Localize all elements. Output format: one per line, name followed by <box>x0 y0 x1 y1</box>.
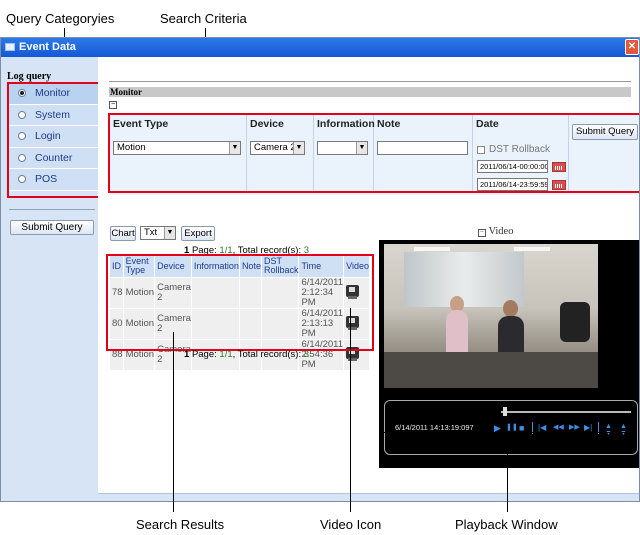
frame-person <box>498 316 524 356</box>
section-header-bar <box>109 87 631 97</box>
sidebar-submit-button[interactable]: Submit Query <box>10 220 94 235</box>
frame-person-head <box>503 300 518 317</box>
callout-query-categories: Query Categoryies <box>6 11 115 26</box>
collapse-icon[interactable]: − <box>478 229 486 237</box>
callout-search-criteria: Search Criteria <box>160 11 247 26</box>
frame-table <box>384 352 598 388</box>
video-title-text: Video <box>488 226 514 237</box>
main-panel: Monitor − Event Type Motion ▼ Device Cam… <box>98 57 639 501</box>
section-rule <box>109 81 631 82</box>
close-icon[interactable]: ✕ <box>625 39 639 55</box>
video-section-title: − Video <box>478 226 513 237</box>
page-fraction[interactable]: 1/1 <box>219 349 232 360</box>
frame-person <box>446 310 468 354</box>
export-format-select[interactable]: Txt ▼ <box>140 226 176 240</box>
export-button[interactable]: Export <box>181 226 215 241</box>
callout-line-video-icon <box>350 308 351 512</box>
callout-video-icon: Video Icon <box>320 517 382 532</box>
frame-ceiling-light <box>414 247 450 251</box>
seek-bar[interactable] <box>501 411 631 413</box>
callout-playback-window: Playback Window <box>455 517 558 532</box>
window-title: Event Data <box>19 41 76 53</box>
total-count: 3 <box>303 349 310 360</box>
frame-window-glass <box>404 252 524 307</box>
frame-chair <box>560 302 590 342</box>
window-icon <box>5 43 15 51</box>
callout-search-results: Search Results <box>136 517 225 532</box>
chevron-down-icon: ▼ <box>164 227 175 239</box>
chart-button[interactable]: Chart <box>110 226 136 241</box>
sidebar-divider <box>9 209 95 210</box>
collapse-icon[interactable]: − <box>109 101 117 109</box>
event-data-window: Event Data ✕ Log query Monitor System Lo… <box>0 37 640 502</box>
highlight-search-criteria <box>108 113 639 193</box>
callout-line-results <box>173 332 174 512</box>
page-number: 1 <box>184 349 190 360</box>
pager-bottom: 1 Page: 1/1, Total record(s): 3 <box>184 349 309 360</box>
page-label: Page: <box>191 349 217 360</box>
section-title: Monitor <box>110 87 142 97</box>
frame-ceiling-light <box>514 247 550 251</box>
callout-line-playback <box>507 432 508 512</box>
sidebar-title: Log query <box>7 71 52 82</box>
total-label: , Total record(s): <box>232 349 302 360</box>
horizontal-scrollbar[interactable] <box>98 493 639 501</box>
highlight-search-results <box>106 254 374 351</box>
export-format-value: Txt <box>144 227 158 238</box>
video-frame <box>384 244 598 388</box>
playback-window: 6/14/2011 14:13:19:097 ▶ ❚❚ ■ |◀ ◀◀ ▶▶ ▶… <box>379 240 639 468</box>
seek-handle[interactable] <box>503 407 507 416</box>
title-bar: Event Data ✕ <box>1 38 639 57</box>
highlight-query-categories <box>7 82 100 198</box>
playback-bracket <box>381 424 635 433</box>
